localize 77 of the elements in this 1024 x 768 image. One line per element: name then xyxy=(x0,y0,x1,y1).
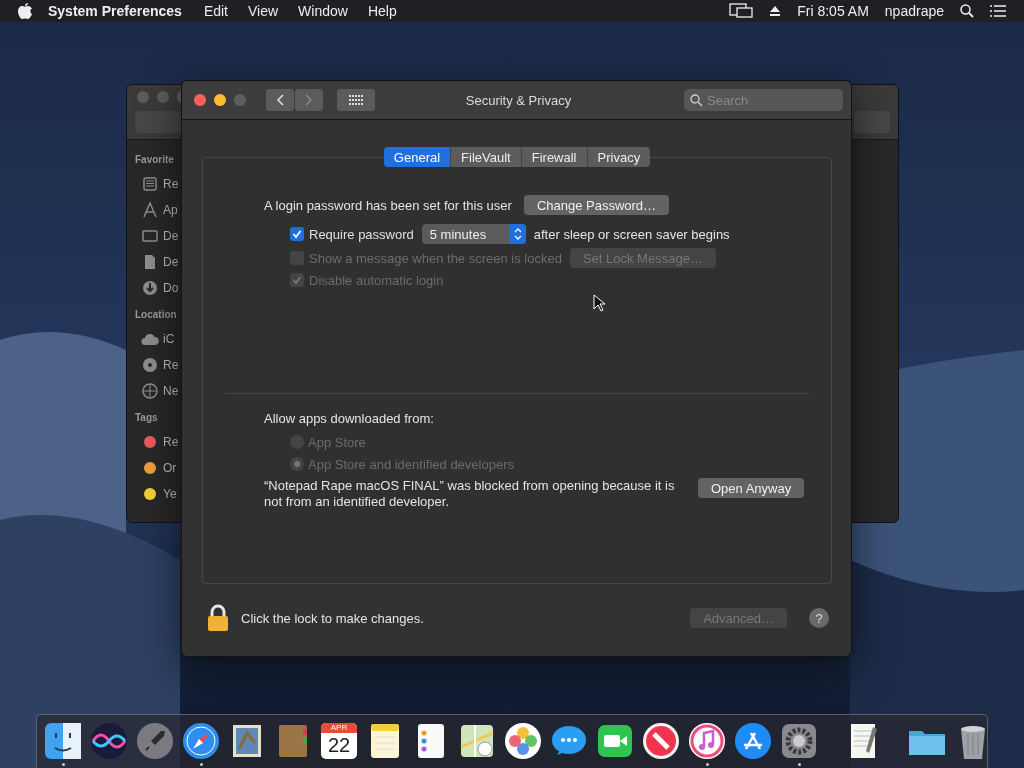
sidebar-item[interactable]: Ne xyxy=(163,384,179,398)
sidebar-item[interactable]: Or xyxy=(163,461,177,475)
grid-icon xyxy=(349,95,363,105)
help-button[interactable]: ? xyxy=(809,608,829,628)
checkbox-label: Show a message when the screen is locked xyxy=(309,250,562,266)
menu-bar-user-name[interactable]: npadrape xyxy=(876,3,952,19)
globe-icon xyxy=(142,383,158,399)
search-icon[interactable] xyxy=(960,4,974,18)
sidebar-item[interactable]: Ap xyxy=(163,203,178,217)
open-anyway-button[interactable]: Open Anyway xyxy=(698,478,805,498)
chevron-left-icon xyxy=(276,94,284,106)
display-mirroring-icon[interactable] xyxy=(729,3,754,19)
sidebar-item[interactable]: Re xyxy=(163,435,179,449)
show-all-button[interactable] xyxy=(337,89,375,111)
rocket-icon[interactable] xyxy=(135,721,175,761)
list-icon[interactable] xyxy=(990,5,1006,17)
cloud-icon xyxy=(141,332,159,346)
eject-icon[interactable] xyxy=(769,5,782,17)
document-icon xyxy=(142,254,158,270)
back-button[interactable] xyxy=(266,89,294,111)
music-note-icon[interactable] xyxy=(687,721,727,761)
menu-bar-item[interactable]: Help xyxy=(357,3,407,19)
radio-label: App Store and identified developers xyxy=(308,456,514,472)
change-password-button[interactable]: Change Password… xyxy=(523,195,670,215)
password-status-text: A login password has been set for this user xyxy=(264,197,512,213)
gear-icon[interactable] xyxy=(779,721,819,761)
flower-icon[interactable] xyxy=(503,721,543,761)
menu-bar-item[interactable]: View xyxy=(238,3,289,19)
allow-apps-heading: Allow apps downloaded from: xyxy=(264,411,435,426)
sidebar-item[interactable]: Re xyxy=(163,358,179,372)
padlock-icon[interactable] xyxy=(207,604,229,632)
menu-bar-item[interactable]: Window xyxy=(288,3,358,19)
sidebar-item[interactable]: Ye xyxy=(163,487,177,501)
chevron-right-icon xyxy=(305,94,313,106)
tab[interactable]: Privacy xyxy=(587,147,651,167)
require-password-suffix: after sleep or screen saver begins xyxy=(533,226,730,242)
display-icon xyxy=(142,228,158,244)
blocked-app-message: “Notepad Rape macOS FINAL” was blocked from opening because it is not from an identified developer. xyxy=(264,478,676,510)
apple-logo-icon[interactable] xyxy=(18,3,32,19)
window-title: Security & Privacy xyxy=(465,92,572,108)
calendar-month: APR xyxy=(321,723,357,733)
orb-icon[interactable] xyxy=(89,721,129,761)
letter-a-icon[interactable] xyxy=(733,721,773,761)
checkbox[interactable] xyxy=(290,227,304,241)
tab[interactable]: Firewall xyxy=(521,147,588,167)
disc-icon xyxy=(142,357,158,373)
compass-icon[interactable] xyxy=(181,721,221,761)
tray-icon xyxy=(142,176,158,192)
calendar-day: 22 xyxy=(327,733,351,757)
close-button[interactable] xyxy=(194,94,206,106)
delay-popup[interactable]: 5 minutes xyxy=(421,224,526,244)
calendar-icon[interactable]: APR 22 xyxy=(321,723,357,759)
minimize-button[interactable] xyxy=(214,94,226,106)
checkbox-label: Disable automatic login xyxy=(309,272,444,288)
sidebar-item[interactable]: Re xyxy=(163,177,179,191)
download-icon xyxy=(142,280,158,296)
menu-bar-item[interactable]: Edit xyxy=(193,3,238,19)
mouse-pointer-icon xyxy=(593,294,605,312)
checkbox-label: Require password xyxy=(309,226,414,242)
sidebar-item[interactable]: De xyxy=(163,229,179,243)
smiling-face-icon[interactable] xyxy=(43,721,83,761)
tab[interactable]: FileVault xyxy=(451,147,522,167)
sidebar-item[interactable]: iC xyxy=(163,332,175,346)
menu-bar-app-name[interactable]: System Preferences xyxy=(32,3,194,19)
radio-label: App Store xyxy=(308,434,366,450)
sidebar-item[interactable]: De xyxy=(163,255,179,269)
up-down-chevron-icon xyxy=(513,228,522,240)
sidebar-item[interactable]: Do xyxy=(163,281,179,295)
sidebar-heading: Location xyxy=(135,309,177,320)
sidebar-heading: Favorite xyxy=(135,154,174,165)
tab[interactable]: General xyxy=(383,147,452,167)
search-icon xyxy=(690,94,703,107)
search-field[interactable] xyxy=(854,111,890,133)
lock-hint-text: Click the lock to make changes. xyxy=(241,610,424,626)
menu-bar-clock[interactable]: Fri 8:05 AM xyxy=(789,3,877,19)
letter-a-icon xyxy=(142,202,158,218)
sidebar-heading: Tags xyxy=(135,412,158,423)
